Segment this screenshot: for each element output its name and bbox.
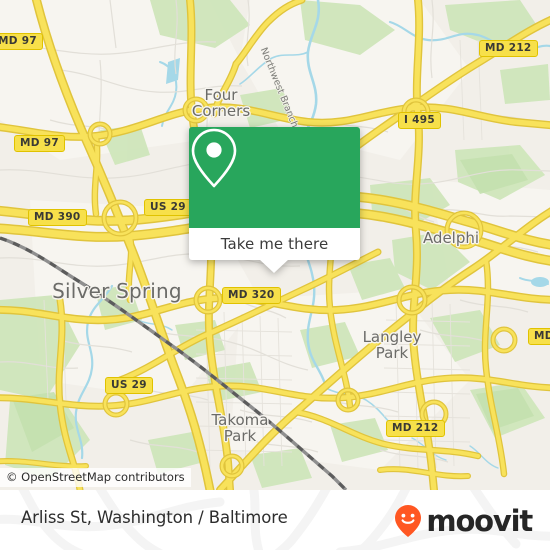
highway-shield: MD [528,328,550,345]
highway-shield: MD 212 [386,420,445,437]
highway-shield: MD 212 [479,40,538,57]
osm-attribution[interactable]: © OpenStreetMap contributors [0,468,191,487]
moovit-smiley-pin-icon [395,505,422,537]
popup-action-bar[interactable]: Take me there [189,228,360,260]
highway-shield: MD 97 [14,135,65,152]
highway-shield: I 495 [398,112,441,129]
location-popup-card[interactable]: Take me there [189,127,360,273]
moovit-brand[interactable]: moovit [393,504,533,538]
highway-shield: MD 390 [28,209,87,226]
highway-shield: US 29 [144,199,192,216]
location-title: Arliss St, Washington / Baltimore [21,508,288,527]
map-canvas[interactable]: Four Corners Silver Spring Adelphi Langl… [0,0,550,490]
popup-tail [259,259,289,273]
highway-shield: US 29 [105,377,153,394]
moovit-map-screenshot: Four Corners Silver Spring Adelphi Langl… [0,0,550,550]
location-pin-icon [191,128,237,188]
highway-shield: MD 97 [0,33,43,50]
popup-header [189,127,360,228]
moovit-wordmark: moovit [426,504,533,538]
take-me-there-label: Take me there [220,235,329,253]
footer-bar: Arliss St, Washington / Baltimore moovit [0,490,550,550]
highway-shield: MD 320 [222,287,281,304]
